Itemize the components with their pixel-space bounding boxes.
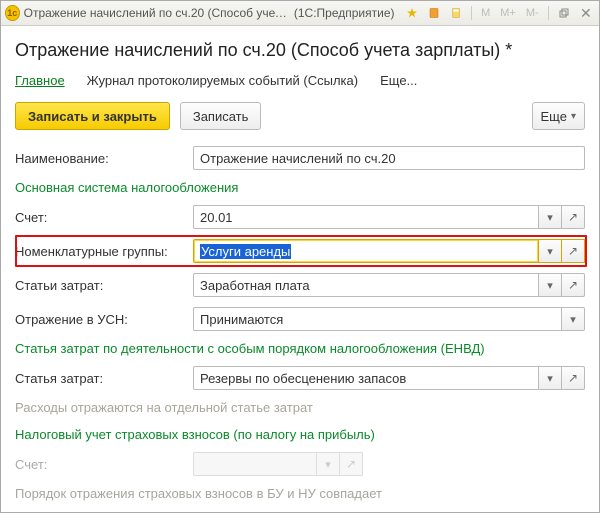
- window-title: Отражение начислений по сч.20 (Способ уч…: [24, 6, 290, 20]
- label-usn: Отражение в УСН:: [15, 312, 185, 327]
- section-insurance: Налоговый учет страховых взносов (по нал…: [15, 427, 585, 442]
- row-nomen-groups: Номенклатурные группы: Услуги аренды ▾ ↗: [15, 239, 585, 263]
- cost-items-input[interactable]: Заработная плата: [193, 273, 539, 297]
- account2-input: [193, 452, 317, 476]
- row-name: Наименование: Отражение начислений по сч…: [15, 146, 585, 170]
- label-name: Наименование:: [15, 151, 185, 166]
- cost-items-dropdown-button[interactable]: ▾: [539, 273, 562, 297]
- cost-item-single-dropdown-button[interactable]: ▾: [539, 366, 562, 390]
- nomen-groups-value: Услуги аренды: [200, 244, 291, 259]
- nomen-open-button[interactable]: ↗: [562, 239, 585, 263]
- nomen-dropdown-button[interactable]: ▾: [539, 239, 562, 263]
- account2-open-button: ↗: [340, 452, 363, 476]
- section-main-tax: Основная система налогообложения: [15, 180, 585, 195]
- account2-dropdown-button: ▾: [317, 452, 340, 476]
- row-cost-items: Статьи затрат: Заработная плата ▾ ↗: [15, 273, 585, 297]
- toolbar-more-button[interactable]: Еще ▾: [532, 102, 585, 130]
- tab-bar: Главное Журнал протоколируемых событий (…: [15, 73, 585, 88]
- notes-icon[interactable]: [425, 4, 443, 22]
- favorite-icon[interactable]: [403, 4, 421, 22]
- tab-more[interactable]: Еще...: [380, 73, 417, 88]
- field-account2-wrap: ▾ ↗: [193, 452, 363, 476]
- row-account2: Счет: ▾ ↗: [15, 452, 585, 476]
- app-icon: 1c: [5, 5, 20, 21]
- toolbar-more-label: Еще: [541, 109, 567, 124]
- account-input[interactable]: 20.01: [193, 205, 539, 229]
- label-account: Счет:: [15, 210, 185, 225]
- cost-item-single-open-button[interactable]: ↗: [562, 366, 585, 390]
- account-dropdown-button[interactable]: ▾: [539, 205, 562, 229]
- row-usn: Отражение в УСН: Принимаются ▾: [15, 307, 585, 331]
- label-cost-items: Статьи затрат:: [15, 278, 185, 293]
- field-nomen-wrap: Услуги аренды ▾ ↗: [193, 239, 585, 263]
- name-input[interactable]: Отражение начислений по сч.20: [193, 146, 585, 170]
- note-separate-article: Расходы отражаются на отдельной статье з…: [15, 400, 585, 415]
- save-and-close-button[interactable]: Записать и закрыть: [15, 102, 170, 130]
- row-account: Счет: 20.01 ▾ ↗: [15, 205, 585, 229]
- calc-icon[interactable]: [447, 4, 465, 22]
- toolbar: Записать и закрыть Записать Еще ▾: [15, 102, 585, 130]
- cost-item-single-input[interactable]: Резервы по обесценению запасов: [193, 366, 539, 390]
- tab-main[interactable]: Главное: [15, 73, 65, 88]
- label-account2: Счет:: [15, 457, 185, 472]
- restore-icon[interactable]: [555, 4, 573, 22]
- field-cost-items-wrap: Заработная плата ▾ ↗: [193, 273, 585, 297]
- nomen-groups-input[interactable]: Услуги аренды: [193, 239, 539, 263]
- m-button[interactable]: M: [478, 7, 493, 19]
- usn-input[interactable]: Принимаются: [193, 307, 562, 331]
- close-icon[interactable]: ✕: [577, 4, 595, 22]
- m-minus-button[interactable]: M-: [523, 7, 542, 19]
- app-window: 1c Отражение начислений по сч.20 (Способ…: [0, 0, 600, 513]
- usn-dropdown-button[interactable]: ▾: [562, 307, 585, 331]
- field-account-wrap: 20.01 ▾ ↗: [193, 205, 585, 229]
- field-usn-wrap: Принимаются ▾: [193, 307, 585, 331]
- label-cost-item-single: Статья затрат:: [15, 371, 185, 386]
- m-plus-button[interactable]: M+: [497, 7, 519, 19]
- row-cost-item-single: Статья затрат: Резервы по обесценению за…: [15, 366, 585, 390]
- field-cost-item-single-wrap: Резервы по обесценению запасов ▾ ↗: [193, 366, 585, 390]
- tab-journal[interactable]: Журнал протоколируемых событий (Ссылка): [87, 73, 358, 88]
- section-envd: Статья затрат по деятельности с особым п…: [15, 341, 585, 356]
- label-nomen-groups: Номенклатурные группы:: [15, 244, 185, 259]
- content-area: Отражение начислений по сч.20 (Способ уч…: [1, 26, 599, 513]
- account-open-button[interactable]: ↗: [562, 205, 585, 229]
- platform-label: (1С:Предприятие): [294, 6, 395, 20]
- page-title: Отражение начислений по сч.20 (Способ уч…: [15, 40, 585, 61]
- save-button[interactable]: Записать: [180, 102, 262, 130]
- chevron-down-icon: ▾: [571, 111, 576, 122]
- note-accounting-match: Порядок отражения страховых взносов в БУ…: [15, 486, 585, 501]
- cost-items-open-button[interactable]: ↗: [562, 273, 585, 297]
- field-name-wrap: Отражение начислений по сч.20: [193, 146, 585, 170]
- titlebar: 1c Отражение начислений по сч.20 (Способ…: [1, 1, 599, 26]
